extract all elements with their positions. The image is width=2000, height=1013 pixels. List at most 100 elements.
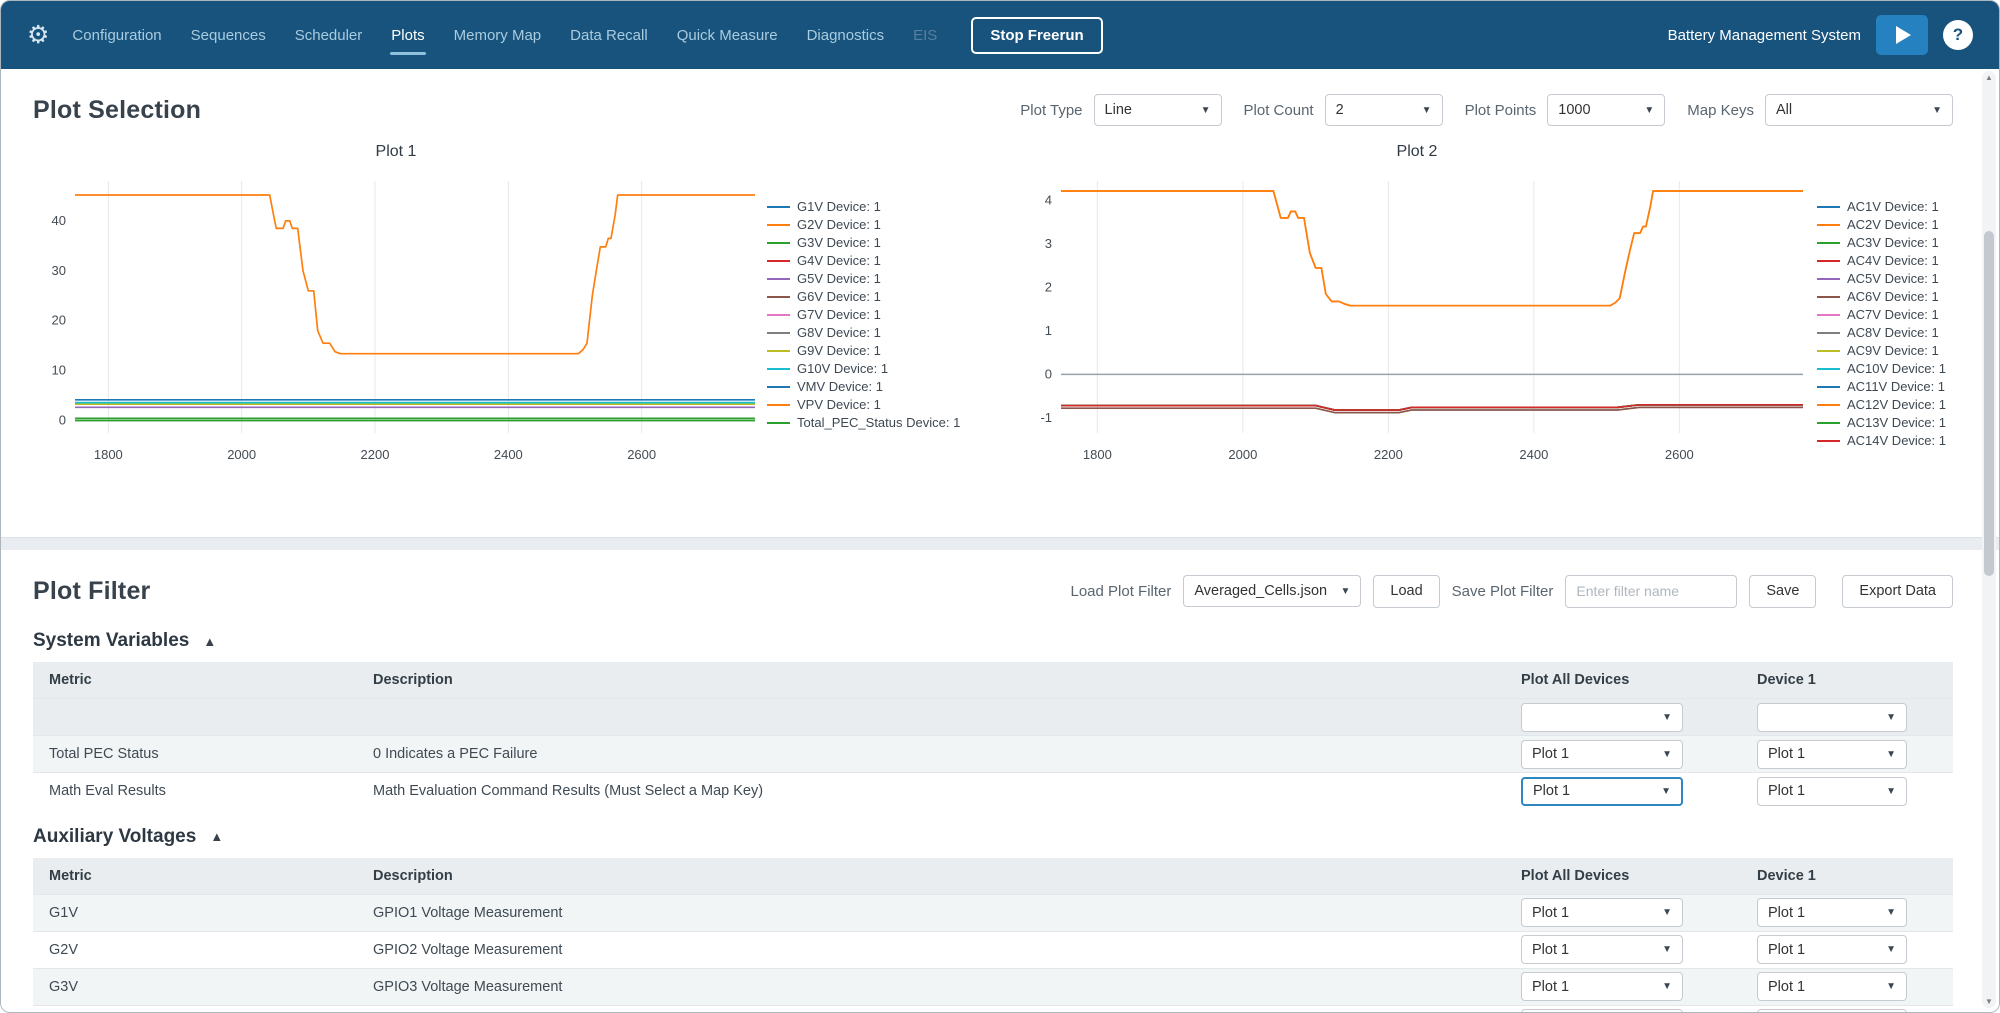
legend-item[interactable]: G4V Device: 1 [767, 253, 995, 268]
column-header: Metric [33, 858, 361, 895]
load-plot-filter-label: Load Plot Filter [1070, 583, 1171, 600]
legend-label: AC11V Device: 1 [1847, 379, 1945, 394]
nav-item-plots[interactable]: Plots [390, 2, 425, 69]
plot-card-1: Plot 101020304018002000220024002600G1V D… [25, 143, 995, 473]
nav-item-quick-measure[interactable]: Quick Measure [676, 2, 779, 69]
legend-item[interactable]: AC11V Device: 1 [1817, 379, 1985, 394]
device-1-select[interactable]: Plot 1▼ [1757, 898, 1907, 927]
legend-line-swatch [1817, 224, 1840, 226]
legend-line-swatch [767, 260, 790, 262]
legend-item[interactable]: AC13V Device: 1 [1817, 415, 1985, 430]
nav-item-diagnostics[interactable]: Diagnostics [806, 2, 886, 69]
help-button[interactable]: ? [1943, 20, 1973, 50]
legend-item[interactable]: G9V Device: 1 [767, 343, 995, 358]
scrollbar-thumb[interactable] [1984, 231, 1994, 576]
nav-item-scheduler[interactable]: Scheduler [294, 2, 364, 69]
map-keys-select[interactable]: All ▼ [1765, 94, 1953, 126]
vertical-scrollbar[interactable]: ▲ ▼ [1982, 71, 1996, 1008]
load-filter-select[interactable]: Averaged_Cells.json ▼ [1183, 575, 1361, 607]
chevron-down-icon: ▼ [1662, 944, 1672, 955]
legend-item[interactable]: G5V Device: 1 [767, 271, 995, 286]
device-1-select[interactable]: Plot 1 ▼ [1757, 935, 1907, 964]
scroll-down-icon[interactable]: ▼ [1982, 997, 1996, 1006]
legend-item[interactable]: AC2V Device: 1 [1817, 217, 1985, 232]
nav-item-configuration[interactable]: Configuration [71, 2, 162, 69]
device-1-select[interactable]: ▼ [1757, 703, 1907, 732]
legend-item[interactable]: G6V Device: 1 [767, 289, 995, 304]
plot-all-devices-select[interactable]: Plot 1▼ [1521, 740, 1683, 769]
legend-item[interactable]: Total_PEC_Status Device: 1 [767, 415, 995, 430]
app-window: ⚙ Configuration Sequences Scheduler Plot… [0, 0, 2000, 1013]
svg-text:2200: 2200 [361, 447, 390, 462]
legend-item[interactable]: G3V Device: 1 [767, 235, 995, 250]
device-1-select[interactable]: Plot 1▼ [1757, 1009, 1907, 1012]
legend-item[interactable]: AC6V Device: 1 [1817, 289, 1985, 304]
plot-all-devices-select[interactable]: Plot 1▼ [1521, 777, 1683, 806]
device-1-select[interactable]: Plot 1▼ [1757, 740, 1907, 769]
column-header: Metric [33, 662, 361, 699]
legend-item[interactable]: AC5V Device: 1 [1817, 271, 1985, 286]
metrics-table: MetricDescriptionPlot All DevicesDevice … [33, 662, 1953, 810]
nav-item-data-recall[interactable]: Data Recall [569, 2, 649, 69]
device-1-select[interactable]: Plot 1▼ [1757, 777, 1907, 806]
legend-line-swatch [767, 314, 790, 316]
plot-all-devices-select[interactable]: ▼ [1521, 703, 1683, 732]
chevron-down-icon: ▼ [1886, 944, 1896, 955]
plot-count-select[interactable]: 2 ▼ [1325, 94, 1443, 126]
chart-canvas[interactable]: -10123418002000220024002600 [1017, 163, 1817, 473]
legend-item[interactable]: G2V Device: 1 [767, 217, 995, 232]
legend-item[interactable]: G8V Device: 1 [767, 325, 995, 340]
legend-label: AC3V Device: 1 [1847, 235, 1939, 250]
description-cell [361, 699, 1509, 736]
export-data-button[interactable]: Export Data [1842, 575, 1953, 608]
legend-item[interactable]: AC10V Device: 1 [1817, 361, 1985, 376]
legend-label: AC6V Device: 1 [1847, 289, 1939, 304]
legend-item[interactable]: VMV Device: 1 [767, 379, 995, 394]
collapse-icon[interactable]: ▲ [210, 829, 223, 844]
plot-type-select[interactable]: Line ▼ [1094, 94, 1222, 126]
legend-item[interactable]: G7V Device: 1 [767, 307, 995, 322]
plot-all-devices-select[interactable]: Plot 1▼ [1521, 972, 1683, 1001]
nav-item-sequences[interactable]: Sequences [190, 2, 267, 69]
section-title: System Variables [33, 630, 189, 652]
svg-text:0: 0 [1045, 366, 1052, 381]
legend-item[interactable]: AC12V Device: 1 [1817, 397, 1985, 412]
legend-item[interactable]: AC7V Device: 1 [1817, 307, 1985, 322]
scroll-up-icon[interactable]: ▲ [1982, 73, 1996, 82]
legend-item[interactable]: VPV Device: 1 [767, 397, 995, 412]
legend-item[interactable]: G1V Device: 1 [767, 199, 995, 214]
map-keys-label: Map Keys [1687, 102, 1754, 119]
plot-selection-title: Plot Selection [33, 93, 201, 127]
legend-item[interactable]: AC14V Device: 1 [1817, 433, 1985, 448]
device-1-select-value: Plot 1 [1768, 942, 1805, 958]
plot-all-devices-select[interactable]: Plot 1▼ [1521, 1009, 1683, 1012]
device-1-select[interactable]: Plot 1▼ [1757, 972, 1907, 1001]
chart-legend: AC1V Device: 1 AC2V Device: 1 AC3V Device:… [1817, 163, 1985, 448]
settings-gear-icon[interactable]: ⚙ [27, 20, 49, 50]
legend-item[interactable]: AC8V Device: 1 [1817, 325, 1985, 340]
legend-item[interactable]: AC1V Device: 1 [1817, 199, 1985, 214]
nav-item-memory-map[interactable]: Memory Map [453, 2, 543, 69]
legend-item[interactable]: AC4V Device: 1 [1817, 253, 1985, 268]
plot-points-select[interactable]: 1000 ▼ [1547, 94, 1665, 126]
legend-item[interactable]: AC9V Device: 1 [1817, 343, 1985, 358]
save-plot-filter-label: Save Plot Filter [1452, 583, 1554, 600]
plot-all-devices-select[interactable]: Plot 1▼ [1521, 898, 1683, 927]
chevron-down-icon: ▼ [1422, 105, 1432, 116]
save-button[interactable]: Save [1749, 575, 1816, 608]
plot-all-devices-select[interactable]: Plot 1▼ [1521, 935, 1683, 964]
svg-text:30: 30 [52, 263, 66, 278]
plot-card-2: Plot 2-10123418002000220024002600AC1V De… [1017, 143, 1985, 473]
play-button[interactable] [1876, 15, 1928, 55]
collapse-icon[interactable]: ▲ [203, 634, 216, 649]
filter-name-input[interactable] [1565, 575, 1737, 608]
chart-canvas[interactable]: 01020304018002000220024002600 [25, 163, 767, 473]
legend-line-swatch [1817, 422, 1840, 424]
plot-title: Plot 1 [25, 143, 767, 161]
legend-line-swatch [767, 350, 790, 352]
legend-item[interactable]: G10V Device: 1 [767, 361, 995, 376]
load-button[interactable]: Load [1373, 575, 1439, 608]
stop-freerun-button[interactable]: Stop Freerun [971, 17, 1102, 54]
svg-text:2000: 2000 [227, 447, 256, 462]
legend-item[interactable]: AC3V Device: 1 [1817, 235, 1985, 250]
